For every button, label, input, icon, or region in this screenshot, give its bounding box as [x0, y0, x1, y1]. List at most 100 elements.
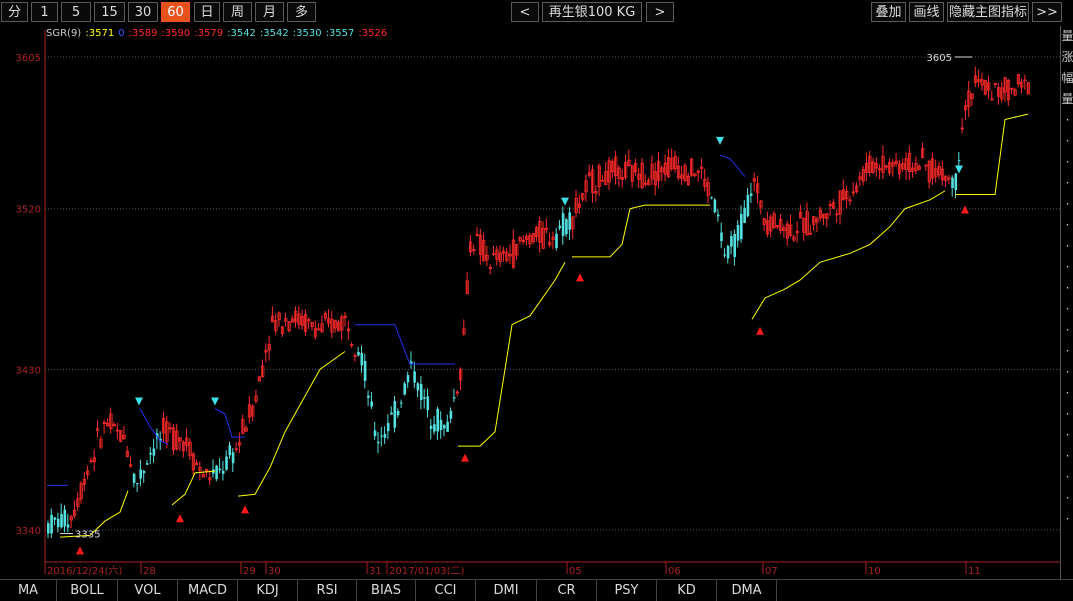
- stop-line-long: [237, 351, 346, 497]
- price-chart[interactable]: 3605 3520 3430 3340 2016/12/24(六) 28 29 30 31 201…: [0, 26, 1060, 579]
- side-panel-dot: ·: [1065, 239, 1070, 253]
- tab-psy[interactable]: PSY: [597, 580, 657, 601]
- tab-dma[interactable]: DMA: [717, 580, 777, 601]
- candle-body: [561, 213, 565, 236]
- candle-body: [367, 395, 370, 398]
- period-button-4[interactable]: 30: [128, 2, 158, 22]
- tab-rsi[interactable]: RSI: [298, 580, 357, 601]
- period-button-1[interactable]: 1: [31, 2, 58, 22]
- side-panel-dot: ·: [1065, 449, 1070, 463]
- candle-body: [439, 419, 443, 431]
- candle-body: [419, 383, 423, 400]
- tab-boll[interactable]: BOLL: [57, 580, 118, 601]
- candle-body: [443, 425, 446, 429]
- side-panel-dot: ·: [1065, 386, 1070, 400]
- prev-instrument-button[interactable]: <: [511, 2, 539, 22]
- period-button-9[interactable]: 多: [287, 2, 316, 22]
- hide-indicator-button[interactable]: 隐藏主图指标: [947, 2, 1029, 22]
- x-tick-label: 10: [868, 566, 881, 577]
- side-panel-dot: ·: [1065, 134, 1070, 148]
- candle-body: [449, 410, 453, 419]
- period-button-2[interactable]: 5: [61, 2, 91, 22]
- candle-body: [730, 236, 733, 247]
- period-button-0[interactable]: 分: [1, 2, 28, 22]
- period-button-6[interactable]: 日: [194, 2, 220, 22]
- candle-body: [225, 456, 228, 470]
- sell-signal-icon: [211, 397, 219, 406]
- overlay-button[interactable]: 叠加: [871, 2, 906, 22]
- candle-body: [139, 469, 142, 479]
- low-annotation: 3335: [75, 530, 100, 541]
- candle-body: [146, 463, 149, 465]
- side-panel-dot: ·: [1065, 512, 1070, 526]
- x-tick-label: 06: [668, 566, 681, 577]
- candle-body: [436, 408, 439, 432]
- tab-vol[interactable]: VOL: [118, 580, 178, 601]
- stop-line-long: [751, 190, 946, 320]
- buy-signal-icon: [241, 505, 249, 514]
- candle-body: [47, 523, 50, 534]
- period-button-7[interactable]: 周: [223, 2, 252, 22]
- candle-body: [221, 470, 225, 474]
- candle-body: [63, 509, 67, 527]
- candle-body: [215, 465, 218, 480]
- period-button-5[interactable]: 60: [161, 2, 190, 22]
- candle-body: [951, 177, 954, 189]
- sell-signal-icon: [716, 136, 724, 145]
- stop-line-long: [955, 113, 1029, 195]
- side-panel-dot: ·: [1065, 470, 1070, 484]
- side-panel-label: 量: [1061, 29, 1073, 43]
- candle-body: [380, 435, 383, 437]
- candle-body: [363, 360, 367, 381]
- instrument-name[interactable]: 再生银100 KG: [542, 2, 642, 22]
- side-panel-dot: ·: [1065, 281, 1070, 295]
- tab-kd[interactable]: KD: [657, 580, 717, 601]
- period-button-8[interactable]: 月: [255, 2, 284, 22]
- x-tick-label: 31: [369, 566, 382, 577]
- tab-bias[interactable]: BIAS: [357, 580, 416, 601]
- candle-body: [565, 219, 568, 235]
- side-panel-dot: ·: [1065, 113, 1070, 127]
- indicator-tabs: MA BOLL VOL MACD KDJ RSI BIAS CCI DMI CR PSY KD DMA: [0, 579, 1073, 601]
- candle-body: [56, 518, 60, 528]
- x-tick-label: 30: [268, 566, 281, 577]
- candle-body: [954, 173, 958, 191]
- candle-body: [142, 470, 146, 474]
- buy-signal-icon: [576, 273, 584, 282]
- candle-body: [218, 468, 222, 471]
- candle-body: [132, 473, 136, 483]
- side-panel-dot: ·: [1065, 260, 1070, 274]
- high-annotation: 3605: [927, 53, 952, 64]
- toolbar: 分 1 5 15 30 60 日周月多 < 再生银100 KG > 叠加 画线 隐藏主图指标…: [0, 0, 1073, 26]
- candle-body: [710, 197, 713, 199]
- x-tick-label: 11: [968, 566, 981, 577]
- candle-body: [743, 207, 746, 224]
- candle-body: [446, 421, 449, 432]
- candle-body: [723, 254, 727, 256]
- x-tick-label: 28: [143, 566, 156, 577]
- y-tick-label: 3605: [16, 53, 41, 64]
- candle-body: [740, 213, 743, 240]
- candle-body: [426, 396, 430, 411]
- buy-signal-icon: [461, 453, 469, 462]
- stop-line-long: [458, 262, 566, 447]
- y-tick-label: 3430: [16, 365, 41, 376]
- tab-ma[interactable]: MA: [0, 580, 57, 601]
- candle-body: [746, 194, 750, 217]
- stop-line-short: [719, 154, 746, 177]
- next-instrument-button[interactable]: >: [646, 2, 674, 22]
- y-tick-label: 3340: [16, 526, 41, 537]
- candle-body: [716, 214, 720, 217]
- tab-dmi[interactable]: DMI: [476, 580, 537, 601]
- period-button-3[interactable]: 15: [94, 2, 125, 22]
- candle-body: [360, 353, 364, 366]
- tab-kdj[interactable]: KDJ: [238, 580, 298, 601]
- tab-macd[interactable]: MACD: [178, 580, 238, 601]
- x-tick-label: 2016/12/24(六): [47, 565, 123, 577]
- more-button[interactable]: >>: [1032, 2, 1062, 22]
- draw-line-button[interactable]: 画线: [909, 2, 944, 22]
- candle-body: [228, 445, 232, 456]
- tab-cr[interactable]: CR: [537, 580, 597, 601]
- tab-cci[interactable]: CCI: [416, 580, 476, 601]
- buy-signal-icon: [756, 326, 764, 335]
